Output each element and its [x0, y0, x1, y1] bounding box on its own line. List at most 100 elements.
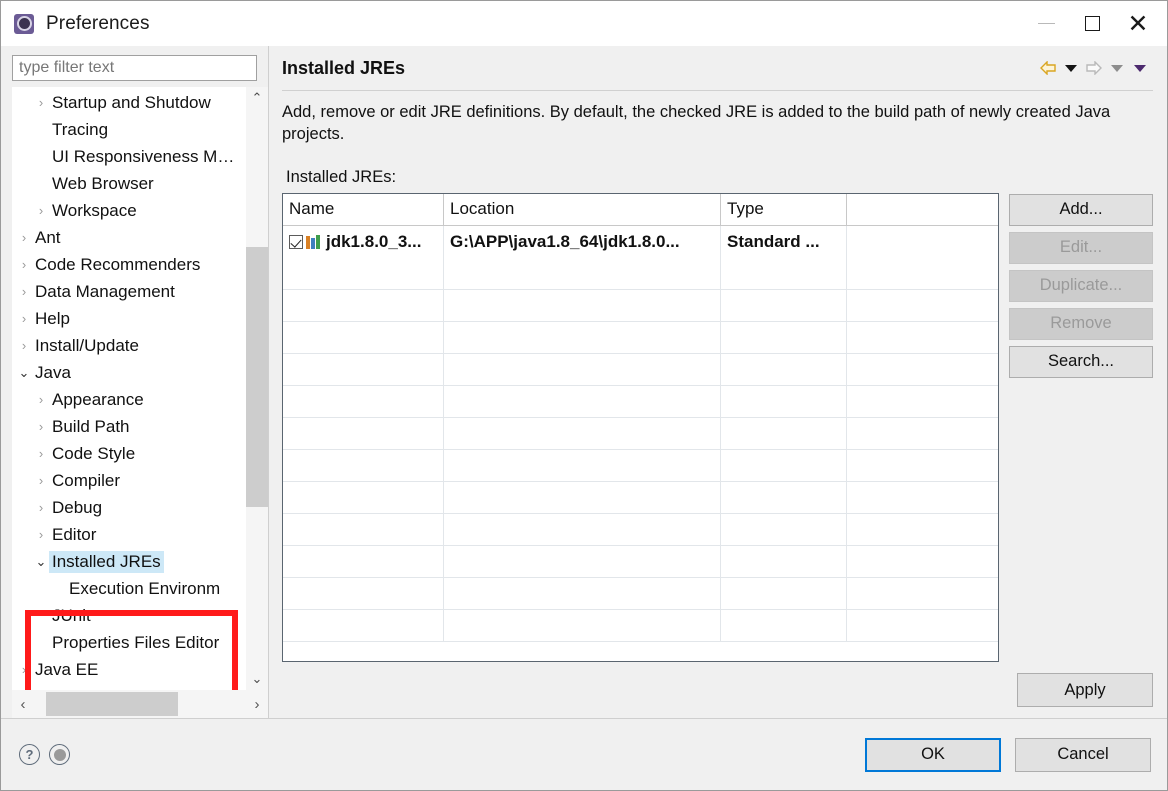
chevron-right-icon[interactable]: ›	[16, 311, 32, 326]
preference-page: Installed JREs Add, remove or edit JRE d…	[269, 46, 1167, 718]
filter-input[interactable]: type filter text	[12, 55, 257, 81]
ok-button[interactable]: OK	[865, 737, 1001, 772]
tree-vertical-scrollbar[interactable]: ⌃ ⌄	[246, 87, 268, 690]
add-button[interactable]: Add...	[1009, 193, 1153, 226]
back-arrow-icon[interactable]	[1038, 57, 1058, 79]
column-header[interactable]	[847, 194, 998, 225]
scroll-left-arrow-icon[interactable]: ‹	[12, 693, 34, 715]
sidebar-item-build-path[interactable]: › Build Path	[12, 413, 246, 440]
window-controls: ✕	[1023, 1, 1161, 46]
sidebar-item-code-recommenders[interactable]: › Code Recommenders	[12, 251, 246, 278]
table-empty-cell	[721, 289, 847, 321]
back-dropdown-triangle-icon[interactable]	[1061, 57, 1081, 79]
chevron-down-icon[interactable]: ⌄	[33, 554, 49, 570]
sidebar-item-junit[interactable]: JUnit	[12, 602, 246, 629]
chevron-right-icon[interactable]: ›	[16, 257, 32, 272]
sidebar-item-java-ee[interactable]: › Java EE	[12, 656, 246, 683]
jre-checkbox[interactable]	[289, 234, 303, 249]
table-empty-cell	[847, 514, 998, 545]
sidebar-item-execution-environm[interactable]: Execution Environm	[12, 575, 246, 602]
remove-button: Remove	[1009, 307, 1153, 340]
chevron-down-icon[interactable]: ⌄	[16, 365, 32, 381]
chevron-right-icon[interactable]: ›	[33, 419, 49, 434]
sidebar-item-java[interactable]: ⌄ Java	[12, 359, 246, 386]
close-button[interactable]: ✕	[1115, 1, 1161, 46]
view-menu-triangle-icon[interactable]	[1130, 57, 1150, 79]
chevron-right-icon[interactable]: ›	[16, 662, 32, 677]
sidebar-item-startup-and-shutdow[interactable]: › Startup and Shutdow	[12, 89, 246, 116]
scroll-up-arrow-icon[interactable]: ⌃	[246, 87, 268, 109]
sidebar-item-label: Appearance	[52, 389, 144, 409]
table-empty-row	[283, 257, 998, 290]
chevron-right-icon[interactable]: ›	[33, 500, 49, 515]
table-empty-cell	[444, 577, 721, 609]
cancel-button[interactable]: Cancel	[1015, 737, 1151, 772]
chevron-right-icon[interactable]: ›	[33, 446, 49, 461]
table-empty-row	[283, 385, 998, 418]
shell-menu-icon[interactable]	[49, 744, 70, 765]
installed-jres-table[interactable]: Name Location Type jdk1.8.0_3... G:\APP\java…	[282, 192, 999, 662]
sidebar-item-editor[interactable]: › Editor	[12, 521, 246, 548]
sidebar-item-label: JUnit	[52, 605, 91, 625]
table-empty-cell	[283, 417, 444, 449]
chevron-right-icon[interactable]: ›	[33, 473, 49, 488]
table-empty-row	[283, 417, 998, 450]
sidebar-item-web-browser[interactable]: Web Browser	[12, 170, 246, 197]
sidebar-item-label: Workspace	[52, 200, 137, 220]
sidebar-item-label: Ant	[35, 227, 61, 247]
sidebar-item-compiler[interactable]: › Compiler	[12, 467, 246, 494]
chevron-right-icon[interactable]: ›	[33, 527, 49, 542]
sidebar-item-debug[interactable]: › Debug	[12, 494, 246, 521]
sidebar-item-label: Startup and Shutdow	[52, 92, 211, 112]
preference-tree[interactable]: › Startup and Shutdow Tracing UI Responsive…	[12, 87, 246, 690]
chevron-right-icon[interactable]: ›	[16, 284, 32, 299]
sidebar-item-tracing[interactable]: Tracing	[12, 116, 246, 143]
table-empty-cell	[444, 481, 721, 513]
sidebar-item-ui-responsiveness-m[interactable]: UI Responsiveness M…	[12, 143, 246, 170]
table-row[interactable]: jdk1.8.0_3... G:\APP\java1.8_64\jdk1.8.0.…	[283, 225, 998, 258]
table-empty-cell	[721, 353, 847, 385]
sidebar-item-data-management[interactable]: › Data Management	[12, 278, 246, 305]
search-button[interactable]: Search...	[1009, 345, 1153, 378]
help-question-icon[interactable]: ?	[19, 744, 40, 765]
sidebar-item-workspace[interactable]: › Workspace	[12, 197, 246, 224]
apply-button[interactable]: Apply	[1017, 673, 1153, 707]
chevron-right-icon[interactable]: ›	[16, 338, 32, 353]
forward-arrow-icon	[1084, 57, 1104, 79]
chevron-right-icon[interactable]: ›	[33, 95, 49, 110]
table-header-row: Name Location Type	[283, 193, 998, 226]
sidebar-item-install-update[interactable]: › Install/Update	[12, 332, 246, 359]
sidebar-item-installed-jres[interactable]: ⌄ Installed JREs	[12, 548, 246, 575]
table-empty-cell	[283, 481, 444, 513]
sidebar-item-code-style[interactable]: › Code Style	[12, 440, 246, 467]
maximize-button[interactable]	[1069, 1, 1115, 46]
scroll-right-arrow-icon[interactable]: ›	[246, 693, 268, 715]
table-empty-cell	[444, 417, 721, 449]
scroll-down-arrow-icon[interactable]: ⌄	[246, 668, 268, 690]
jre-type-cell: Standard ...	[721, 225, 847, 258]
column-header[interactable]: Type	[721, 193, 847, 225]
sidebar-item-appearance[interactable]: › Appearance	[12, 386, 246, 413]
table-empty-cell	[847, 450, 998, 481]
sidebar-item-properties-files-editor[interactable]: Properties Files Editor	[12, 629, 246, 656]
sidebar-item-label: Java	[35, 362, 71, 382]
horizontal-scroll-thumb[interactable]	[46, 692, 178, 716]
table-empty-cell	[721, 577, 847, 609]
vertical-scroll-thumb[interactable]	[246, 247, 268, 507]
column-header[interactable]: Location	[444, 193, 721, 225]
jre-name-cell[interactable]: jdk1.8.0_3...	[283, 225, 444, 258]
table-empty-cell	[444, 449, 721, 481]
table-empty-cell	[721, 481, 847, 513]
sidebar-item-label: Code Recommenders	[35, 254, 201, 274]
tree-horizontal-scrollbar[interactable]: ‹ ›	[12, 690, 268, 718]
table-empty-cell	[847, 546, 998, 577]
sidebar-item-label: Tracing	[52, 119, 109, 139]
chevron-right-icon[interactable]: ›	[16, 230, 32, 245]
minimize-button[interactable]	[1023, 1, 1069, 46]
chevron-right-icon[interactable]: ›	[33, 203, 49, 218]
column-header[interactable]: Name	[283, 193, 444, 225]
sidebar-item-ant[interactable]: › Ant	[12, 224, 246, 251]
sidebar-item-help[interactable]: › Help	[12, 305, 246, 332]
chevron-right-icon[interactable]: ›	[33, 392, 49, 407]
sidebar-item-label: Compiler	[52, 470, 121, 490]
